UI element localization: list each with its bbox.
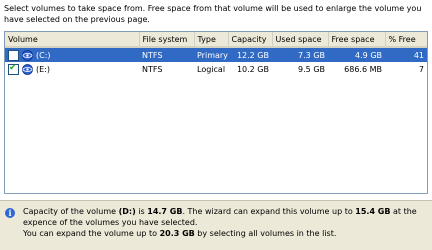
info-text: Capacity of the volume (D:) is 14.7 GB. … <box>23 207 417 238</box>
percent-free-cell: 41 <box>385 47 427 62</box>
file-system-cell: NTFS <box>139 47 194 62</box>
percent-free-cell: 7 <box>418 64 424 74</box>
instructions-text: Select volumes to take space from. Free … <box>4 4 422 24</box>
type-cell: Logical <box>197 64 226 74</box>
file-system-cell: NTFS <box>142 64 163 74</box>
volume-name: (E:) <box>36 64 50 74</box>
table-header-row: Volume File system Type Capacity Used sp… <box>5 32 427 48</box>
table-row[interactable]: ✔ (E:) NTFS Logical 10.2 GB 9.5 GB 686.6… <box>5 62 427 76</box>
volume-checkbox-c[interactable] <box>8 49 19 61</box>
column-header-free-space[interactable]: Free space <box>328 32 386 48</box>
column-header-percent-free[interactable]: % Free <box>385 32 427 48</box>
disk-icon <box>22 63 33 75</box>
volume-checkbox-e[interactable]: ✔ <box>8 62 19 75</box>
used-space-cell: 7.3 GB <box>272 47 328 62</box>
volume-name: (C:) <box>36 50 51 60</box>
type-cell: Primary <box>194 47 228 62</box>
current-capacity: 14.7 GB <box>147 207 183 216</box>
free-space-cell: 4.9 GB <box>328 47 385 62</box>
used-space-cell: 9.5 GB <box>298 64 325 74</box>
column-header-capacity[interactable]: Capacity <box>228 32 273 48</box>
checkmark-icon: ✔ <box>9 62 17 73</box>
expandable-size: 15.4 GB <box>355 207 391 216</box>
info-panel: i Capacity of the volume (D:) is 14.7 GB… <box>0 200 432 250</box>
column-header-used-space[interactable]: Used space <box>272 32 329 48</box>
target-volume-label: (D:) <box>118 207 136 216</box>
table-row[interactable]: (C:) NTFS Primary 12.2 GB 7.3 GB 4.9 GB … <box>5 47 427 62</box>
disk-icon <box>22 49 33 61</box>
info-icon: i <box>5 208 15 218</box>
capacity-cell: 10.2 GB <box>236 64 269 74</box>
max-expandable-size: 20.3 GB <box>159 229 195 238</box>
capacity-cell: 12.2 GB <box>228 47 272 62</box>
free-space-cell: 686.6 MB <box>344 64 382 74</box>
column-header-file-system[interactable]: File system <box>139 32 195 48</box>
column-header-volume[interactable]: Volume <box>5 32 140 48</box>
volumes-table[interactable]: Volume File system Type Capacity Used sp… <box>4 31 428 194</box>
column-header-type[interactable]: Type <box>194 32 229 48</box>
